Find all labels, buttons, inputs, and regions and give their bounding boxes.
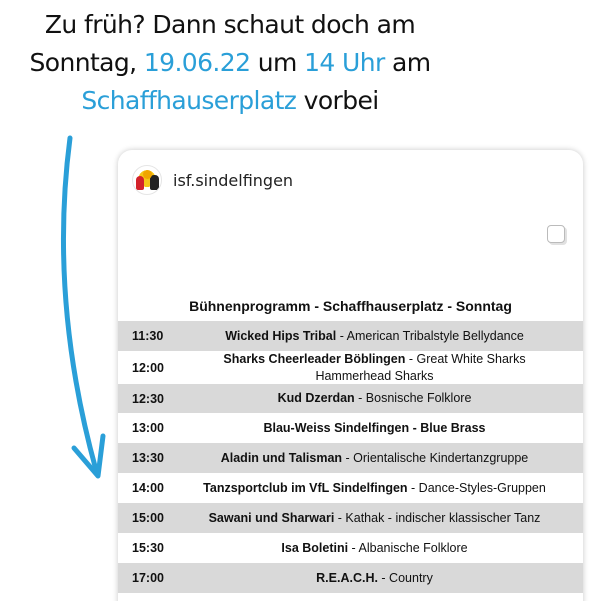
headline-text: am [384,48,431,77]
program-title: Bühnenprogramm - Schaffhauserplatz - Son… [189,298,512,314]
table-row: 14:00 Tanzsportclub im VfL Sindelfingen … [118,473,583,503]
row-detail: - Bosnische Folklore [354,391,472,405]
row-act: Wicked Hips Tribal [225,328,337,343]
row-act: Sharks Cheerleader Böblingen [223,351,406,366]
row-time: 15:30 [132,541,164,555]
row-time: 11:30 [132,329,164,343]
sticker-square-icon [547,225,565,243]
row-detail: - Dance-Styles-Gruppen [407,480,546,495]
headline-line-2: Sonntag, 19.06.22 um 14 Uhr am [20,44,440,82]
table-row: 15:30 Isa Boletini - Albanische Folklore [118,533,583,563]
row-description: Wicked Hips Tribal - American Tribalstyl… [186,328,583,345]
story-headline: Zu früh? Dann schaut doch am Sonntag, 19… [20,6,440,120]
row-time: 14:00 [132,481,164,495]
row-act: R.E.A.C.H. [316,570,378,585]
row-detail: - Albanische Folklore [348,540,468,555]
row-description: Sawani und Sharwari - Kathak - indischer… [186,510,583,527]
row-act: Kud Dzerdan [277,391,355,405]
row-description: Isa Boletini - Albanische Folklore [186,540,583,557]
row-description: Kud Dzerdan - Bosnische Folklore [186,390,583,407]
headline-time: 14 Uhr [304,48,385,77]
row-time: 13:00 [132,421,164,435]
post-header: isf.sindelfingen [132,164,293,196]
club-logo-icon[interactable] [132,165,162,195]
row-time: 15:00 [132,511,164,525]
headline-date: 19.06.22 [143,48,251,77]
table-row: 13:30 Aladin und Talisman - Orientalisch… [118,443,583,473]
row-time: 13:30 [132,451,164,465]
headline-text: um [250,48,305,77]
table-row: 13:00 Blau-Weiss Sindelfingen - Blue Bra… [118,413,583,443]
row-description: Aladin und Talisman - Orientalische Kind… [186,450,583,467]
row-time: 12:30 [132,391,164,406]
row-detail: - Country [377,570,433,585]
headline-text: vorbei [296,86,380,115]
row-detail: - Kathak - indischer klassischer Tanz [334,510,541,525]
table-row: 17:00 R.E.A.C.H. - Country [118,563,583,593]
headline-text: Sonntag, [29,48,144,77]
table-row: 15:00 Sawani und Sharwari - Kathak - ind… [118,503,583,533]
headline-place: Schaffhauserplatz [81,86,297,115]
row-description: Tanzsportclub im VfL Sindelfingen - Danc… [186,480,583,497]
account-name[interactable]: isf.sindelfingen [173,171,293,190]
row-act: Isa Boletini [281,540,349,555]
row-detail: - American Tribalstyle Bellydance [336,328,524,343]
schedule-table: 11:30 Wicked Hips Tribal - American Trib… [118,321,583,593]
table-row: 12:30 Kud Dzerdan - Bosnische Folklore [118,384,583,413]
row-description: R.E.A.C.H. - Country [186,570,583,587]
row-act: Tanzsportclub im VfL Sindelfingen [203,480,408,495]
table-row: 11:30 Wicked Hips Tribal - American Trib… [118,321,583,351]
headline-line-3: Schaffhauserplatz vorbei [20,82,440,120]
table-row: 12:00 Sharks Cheerleader Böblingen - Gre… [118,351,583,384]
row-time: 12:00 [132,360,164,375]
row-time: 17:00 [132,571,164,585]
row-description: Sharks Cheerleader Böblingen - Great Whi… [186,351,583,385]
row-act: Aladin und Talisman [220,450,343,465]
instagram-post-card[interactable]: isf.sindelfingen Bühnenprogramm - Schaff… [118,150,583,601]
headline-line-1: Zu früh? Dann schaut doch am [44,10,416,39]
row-act: Blau-Weiss Sindelfingen - Blue Brass [263,420,486,435]
row-act: Sawani und Sharwari [208,510,335,525]
row-description: Blau-Weiss Sindelfingen - Blue Brass [186,420,583,437]
row-detail: - Orientalische Kindertanzgruppe [342,450,529,465]
